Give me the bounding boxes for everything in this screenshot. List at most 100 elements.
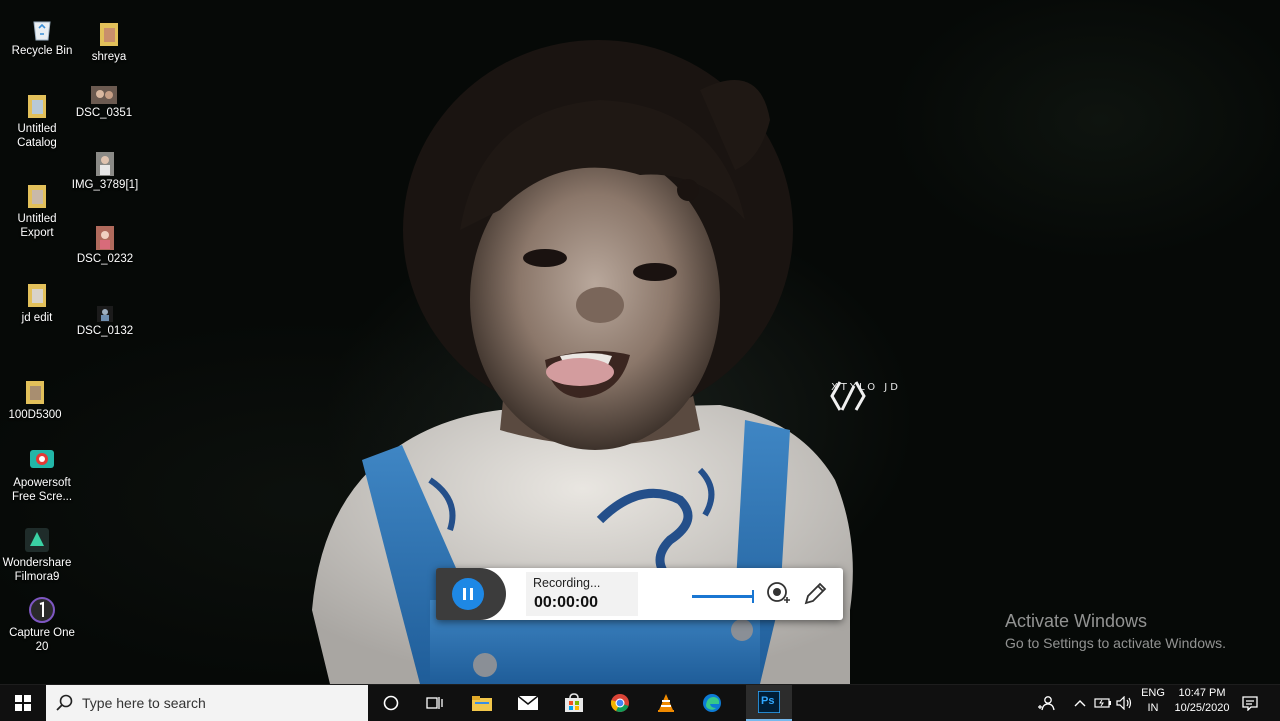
- desktop-icon-recycle-bin[interactable]: Recycle Bin: [5, 16, 79, 58]
- task-view-icon: [426, 697, 443, 709]
- xtylo-logo-icon: [830, 381, 866, 411]
- show-hidden-icons-button[interactable]: [1068, 685, 1092, 721]
- folder-icon: [100, 23, 118, 46]
- desktop-icon-label: DSC_0232: [76, 253, 134, 265]
- activate-windows-subtitle: Go to Settings to activate Windows.: [1005, 635, 1226, 651]
- taskbar-app-photoshop[interactable]: Ps: [746, 685, 792, 721]
- pause-button-container: [436, 568, 506, 620]
- desktop-icon-dsc-0232[interactable]: DSC_0232: [68, 226, 142, 266]
- folder-icon: [28, 284, 46, 307]
- folder-icon: [28, 95, 46, 118]
- screen-recorder-toolbar[interactable]: Recording... 00:00:00: [436, 568, 843, 620]
- taskbar-app-store[interactable]: [551, 685, 597, 721]
- webcam-toggle-button[interactable]: [765, 581, 791, 607]
- vlc-icon: [658, 694, 674, 712]
- start-button[interactable]: [0, 685, 46, 721]
- pause-icon: [463, 588, 466, 600]
- desktop-icon-label: DSC_0351: [75, 107, 133, 119]
- desktop-icon-label: Free Scre...: [11, 491, 73, 503]
- activate-windows-notice: Activate Windows Go to Settings to activ…: [1005, 611, 1226, 651]
- apowersoft-recorder-icon: [30, 450, 54, 468]
- taskbar-app-file-explorer[interactable]: [459, 685, 505, 721]
- taskbar: Type here to search Ps ENG IN 10:47 PM 1…: [0, 684, 1280, 721]
- volume-button[interactable]: [1114, 685, 1136, 721]
- desktop-icon-label: Apowersoft: [13, 477, 71, 489]
- recording-timer: 00:00:00: [534, 594, 599, 611]
- desktop-icon-label: IMG_3789[1]: [71, 179, 139, 191]
- people-button[interactable]: [1024, 685, 1068, 721]
- mail-icon: [517, 695, 539, 710]
- edge-icon: [703, 694, 721, 712]
- pencil-icon: [804, 582, 827, 605]
- region-code: IN: [1147, 702, 1159, 714]
- desktop-icon-capture-one[interactable]: Capture One 20: [5, 596, 79, 654]
- recycle-bin-icon: [33, 21, 51, 41]
- chevron-up-icon: [1074, 700, 1086, 707]
- clock-date: 10/25/2020: [1174, 702, 1230, 714]
- cortana-button[interactable]: [368, 685, 414, 721]
- filmora-icon: [25, 528, 49, 552]
- notification-icon: [1242, 696, 1258, 711]
- battery-charging-icon: [1094, 698, 1111, 708]
- cortana-icon: [383, 695, 399, 711]
- desktop-icon-label: Wondershare: [2, 557, 72, 569]
- desktop-icon-label: DSC_0132: [76, 325, 134, 337]
- taskbar-app-vlc[interactable]: [643, 685, 689, 721]
- desktop-icon-label: Capture One: [9, 627, 75, 639]
- image-thumbnail-icon: [91, 86, 117, 104]
- battery-button[interactable]: [1092, 685, 1114, 721]
- file-explorer-icon: [472, 696, 492, 711]
- people-icon: [1038, 696, 1055, 711]
- desktop-icon-untitled-export[interactable]: Untitled Export: [0, 182, 74, 240]
- folder-icon: [26, 381, 44, 404]
- desktop-icon-100d5300[interactable]: 100D5300: [0, 378, 72, 422]
- audio-volume-slider[interactable]: [692, 595, 754, 598]
- desktop-icon-apowersoft[interactable]: Apowersoft Free Scre...: [5, 446, 79, 504]
- watermark-logo: XTYLO JD: [828, 380, 904, 411]
- desktop-icon-label: 100D5300: [8, 409, 62, 421]
- language-code: ENG: [1141, 687, 1165, 699]
- desktop-icon-dsc-0132[interactable]: DSC_0132: [68, 306, 142, 338]
- search-placeholder: Type here to search: [82, 695, 206, 711]
- photoshop-icon-label: Ps: [761, 695, 775, 707]
- desktop-icon-label: Filmora9: [14, 571, 60, 583]
- desktop-icon-label: shreya: [91, 51, 127, 63]
- taskbar-app-edge[interactable]: [689, 685, 735, 721]
- folder-icon: [28, 185, 46, 208]
- action-center-button[interactable]: [1238, 685, 1262, 721]
- desktop-icon-label: 20: [35, 641, 49, 653]
- search-icon: [56, 694, 73, 711]
- taskbar-app-chrome[interactable]: [597, 685, 643, 721]
- taskbar-app-mail[interactable]: [505, 685, 551, 721]
- pause-recording-button[interactable]: [452, 578, 484, 610]
- desktop-icon-img-3789[interactable]: IMG_3789[1]: [68, 152, 142, 192]
- desktop-icon-label: jd edit: [21, 312, 53, 324]
- store-icon: [565, 693, 583, 712]
- desktop-icon-label: Catalog: [17, 137, 57, 149]
- language-indicator[interactable]: ENG IN: [1138, 687, 1168, 714]
- recording-status-panel: Recording... 00:00:00: [526, 572, 638, 616]
- activate-windows-title: Activate Windows: [1005, 611, 1148, 631]
- pause-icon: [470, 588, 473, 600]
- clock[interactable]: 10:47 PM 10/25/2020: [1170, 687, 1234, 714]
- desktop-icon-filmora[interactable]: Wondershare Filmora9: [0, 526, 74, 584]
- audio-volume-handle[interactable]: [752, 590, 754, 603]
- image-thumbnail-icon: [96, 226, 114, 250]
- desktop-icon-untitled-catalog[interactable]: Untitled Catalog: [0, 92, 74, 150]
- desktop-icon-label: Export: [20, 227, 54, 239]
- capture-one-icon: [29, 597, 55, 623]
- recording-status-text: Recording...: [533, 576, 601, 590]
- image-thumbnail-icon: [97, 306, 113, 322]
- taskbar-search-box[interactable]: Type here to search: [46, 685, 368, 721]
- webcam-add-icon: [767, 582, 790, 603]
- image-thumbnail-icon: [96, 152, 114, 176]
- chrome-icon: [611, 694, 629, 712]
- desktop-icon-label: Untitled: [17, 123, 57, 135]
- clock-time: 10:47 PM: [1178, 687, 1226, 699]
- annotate-button[interactable]: [802, 581, 828, 607]
- desktop-icon-dsc-0351[interactable]: DSC_0351: [67, 86, 141, 120]
- task-view-button[interactable]: [412, 685, 458, 721]
- desktop-icon-jd-edit[interactable]: jd edit: [0, 281, 74, 325]
- desktop-icon-shreya[interactable]: shreya: [72, 20, 146, 64]
- windows-start-icon: [15, 695, 31, 711]
